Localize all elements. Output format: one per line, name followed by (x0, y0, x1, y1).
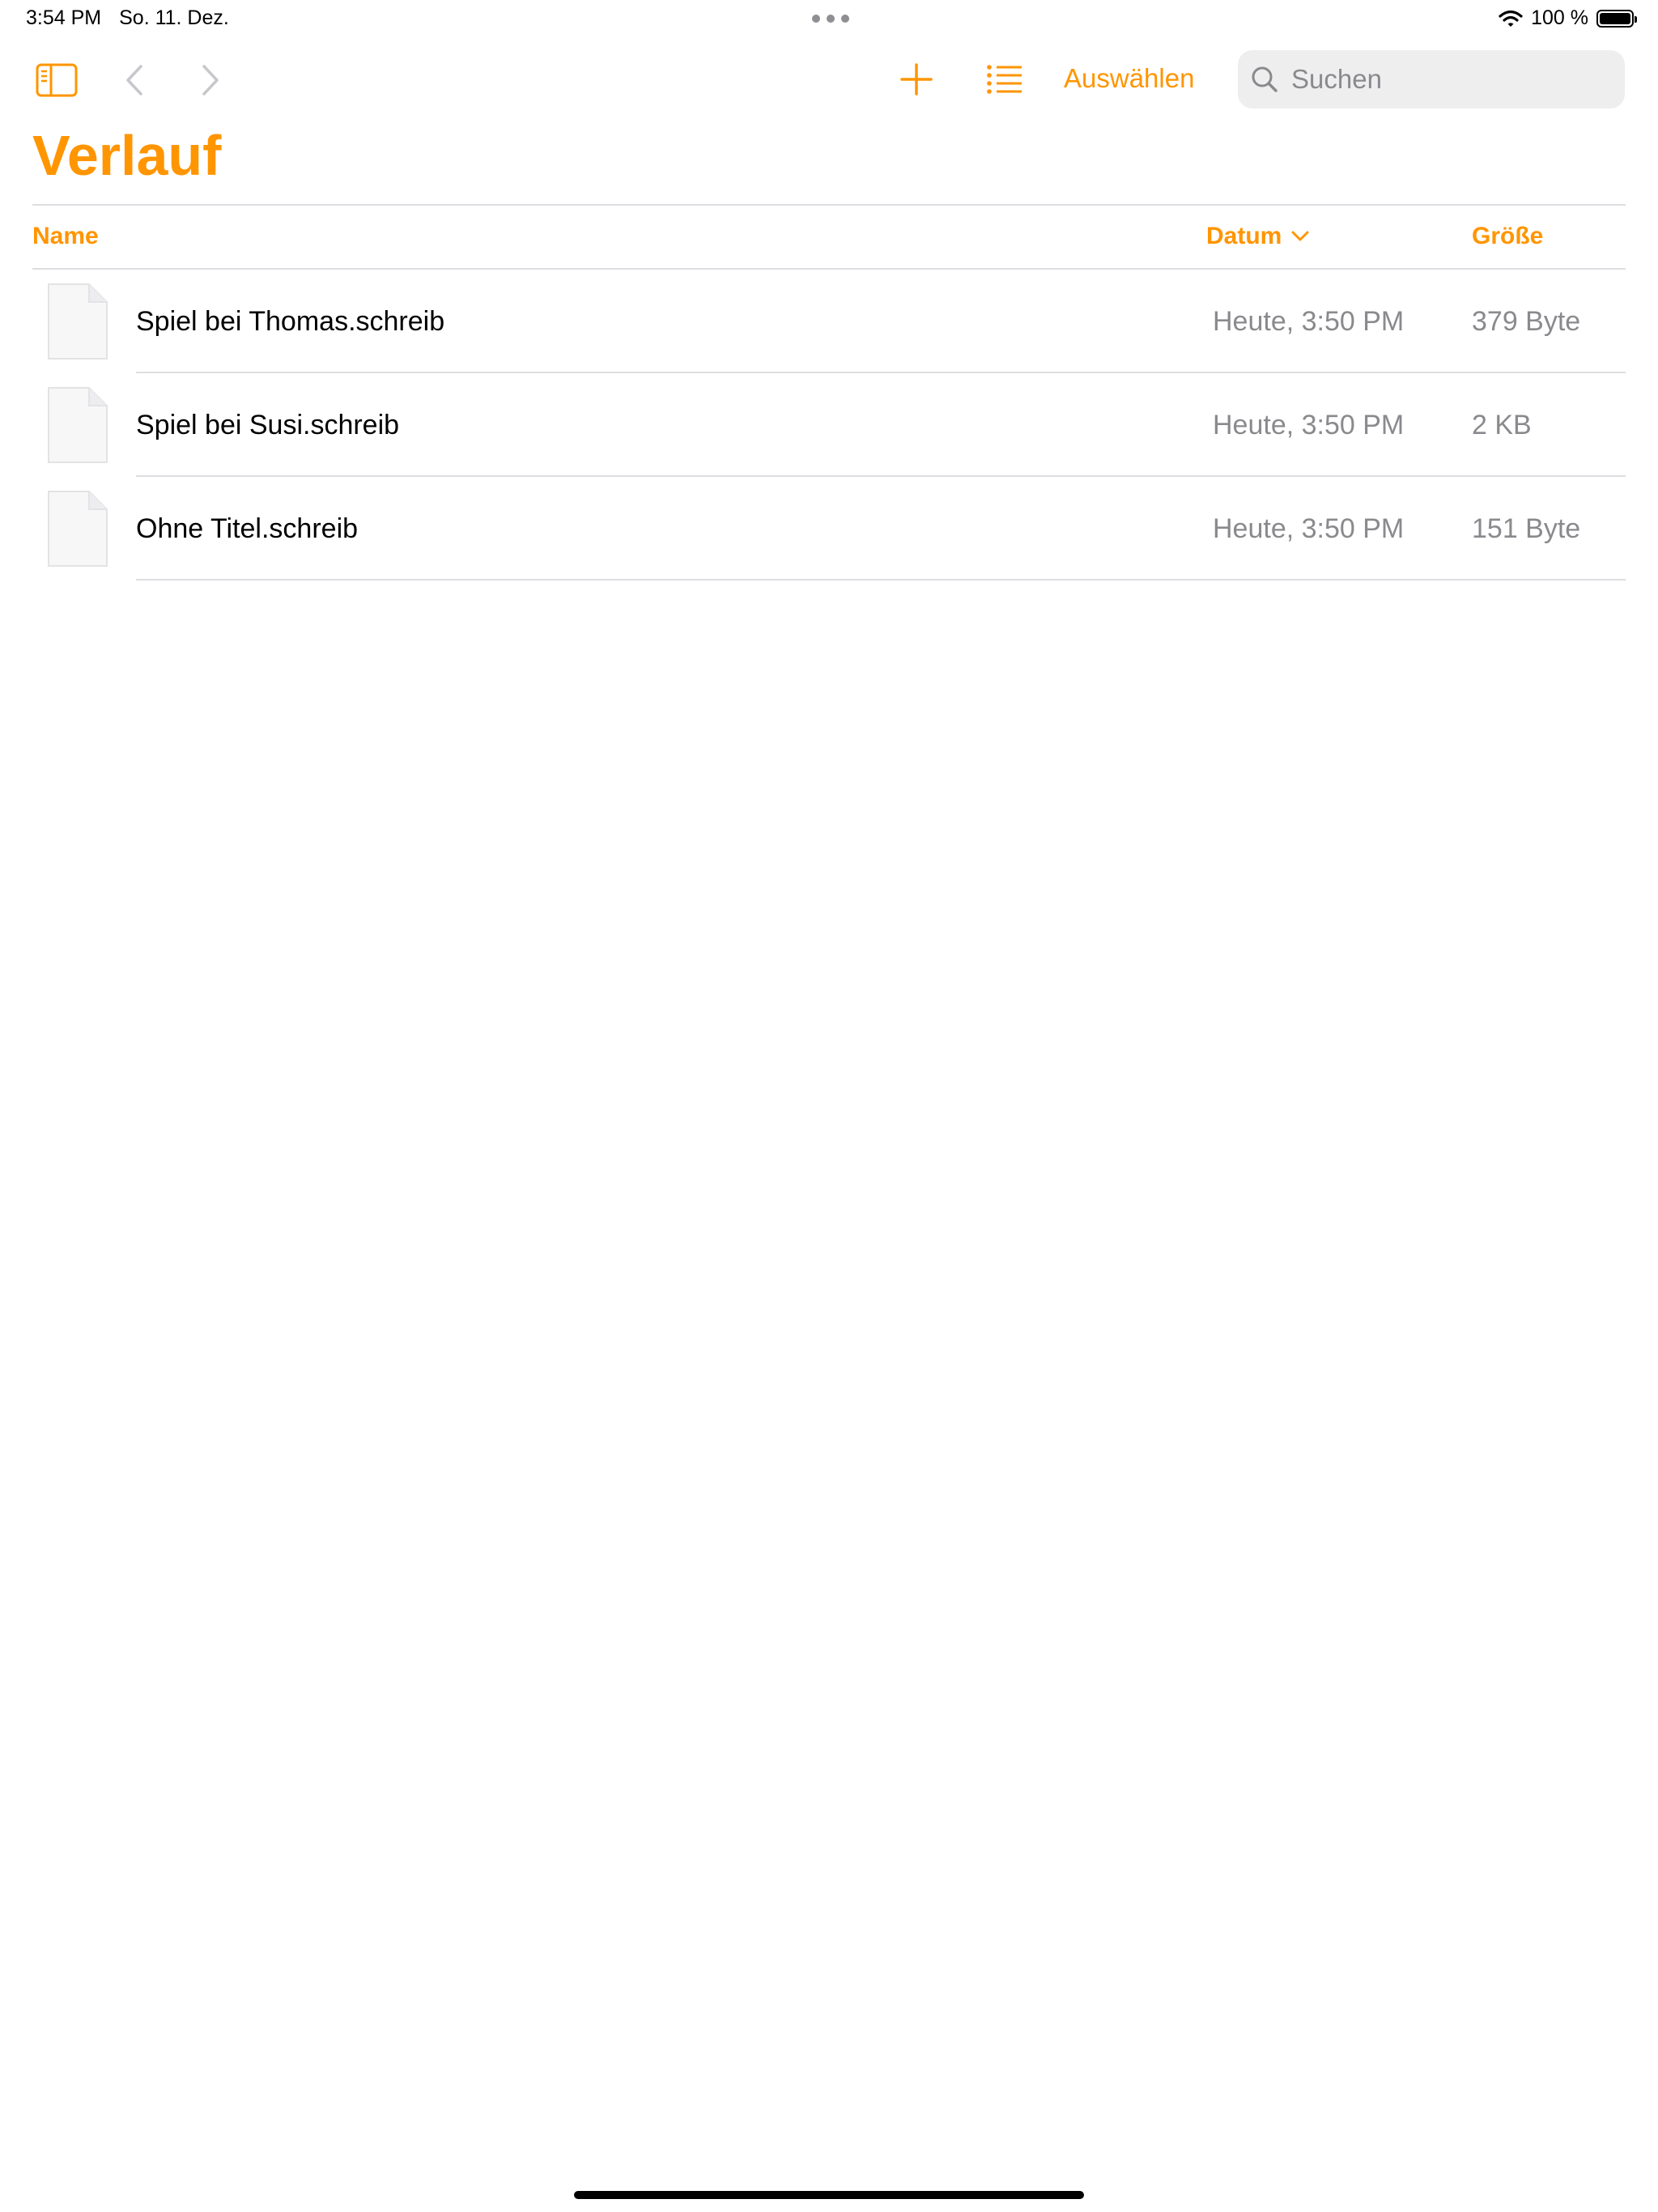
document-icon (48, 387, 108, 463)
battery-percent: 100 % (1531, 6, 1588, 29)
file-row[interactable]: Spiel bei Thomas.schreib Heute, 3:50 PM … (0, 270, 1658, 373)
battery-level (1600, 12, 1630, 24)
multitasking-dots[interactable] (812, 15, 849, 23)
file-date: Heute, 3:50 PM (1213, 410, 1405, 440)
status-bar-left: 3:54 PM So. 11. Dez. (26, 6, 229, 30)
file-size: 151 Byte (1472, 513, 1581, 544)
file-name: Spiel bei Thomas.schreib (136, 306, 445, 337)
dot-icon (812, 15, 820, 23)
column-header-name-label: Name (32, 223, 99, 249)
file-date: Heute, 3:50 PM (1213, 513, 1405, 544)
dot-icon (827, 15, 835, 23)
status-date: So. 11. Dez. (119, 6, 229, 29)
column-header-date-label: Datum (1206, 223, 1282, 249)
document-icon (48, 491, 108, 567)
file-date: Heute, 3:50 PM (1213, 306, 1405, 337)
column-header-size[interactable]: Größe (1472, 223, 1543, 250)
plus-icon[interactable] (899, 62, 934, 97)
file-name: Spiel bei Susi.schreib (136, 410, 400, 440)
battery-icon (1596, 9, 1637, 28)
column-header-date[interactable]: Datum (1206, 223, 1309, 250)
file-row[interactable]: Ohne Titel.schreib Heute, 3:50 PM 151 By… (0, 477, 1658, 581)
list-view-icon[interactable] (986, 63, 1023, 96)
file-size: 2 KB (1472, 410, 1532, 440)
files-browser: 3:54 PM So. 11. Dez. 100 % Auswählen Suc… (0, 0, 1658, 2212)
select-button[interactable]: Auswählen (1064, 63, 1194, 94)
status-time: 3:54 PM (26, 6, 102, 29)
search-input[interactable] (1290, 63, 1609, 96)
sidebar-toggle-icon[interactable] (36, 63, 78, 97)
column-header-size-label: Größe (1472, 223, 1544, 249)
page-title: Verlauf (32, 124, 222, 187)
row-divider (136, 579, 1626, 581)
file-name: Ohne Titel.schreib (136, 513, 359, 544)
document-icon (48, 283, 108, 359)
chevron-down-icon (1291, 231, 1309, 241)
chevron-right-icon[interactable] (199, 63, 222, 97)
chevron-left-icon[interactable] (123, 63, 146, 97)
file-row[interactable]: Spiel bei Susi.schreib Heute, 3:50 PM 2 … (0, 373, 1658, 477)
home-indicator[interactable] (574, 2191, 1084, 2199)
wifi-icon (1499, 10, 1523, 27)
file-size: 379 Byte (1472, 306, 1581, 337)
search-field[interactable] (1238, 50, 1625, 108)
status-bar-right: 100 % (1499, 6, 1637, 30)
header-top-divider (32, 204, 1626, 206)
search-icon (1252, 66, 1278, 92)
dot-icon (841, 15, 849, 23)
column-header-name[interactable]: Name (32, 223, 99, 250)
